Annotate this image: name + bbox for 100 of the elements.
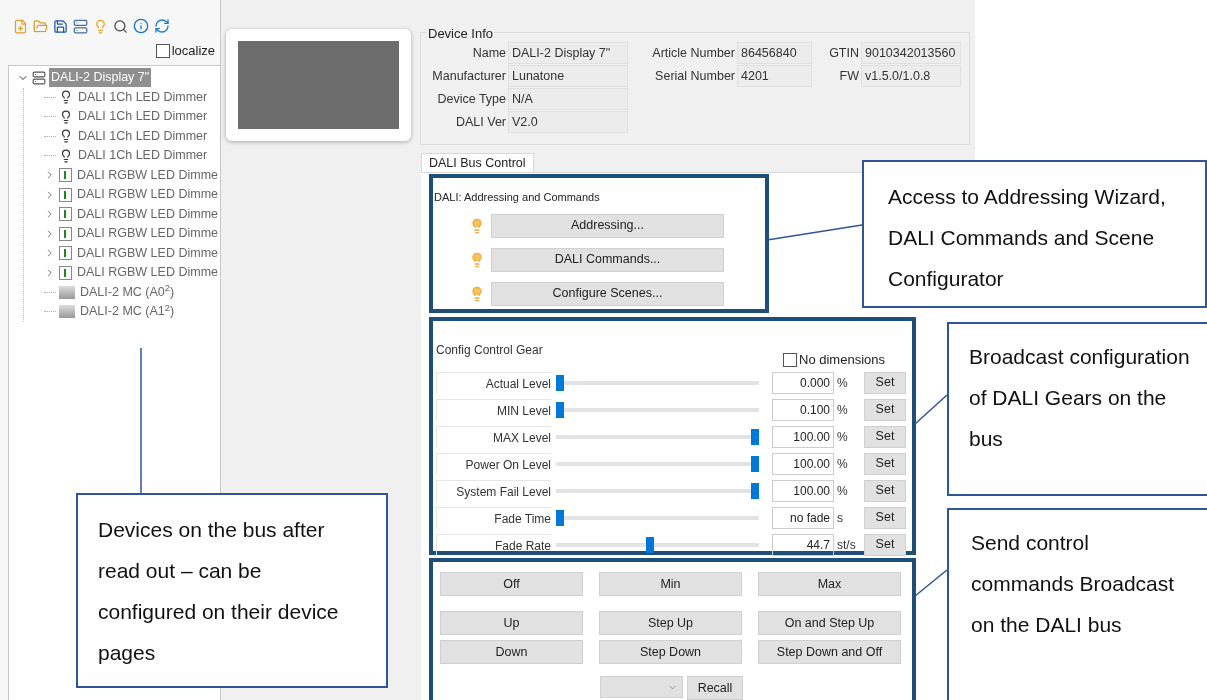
checkbox-label: No dimensions (799, 351, 885, 369)
bulb-icon (59, 148, 73, 163)
save-icon[interactable] (53, 18, 68, 34)
field-label: Device Type (436, 90, 506, 108)
command-button[interactable]: Set (864, 452, 906, 475)
unit-label: % (836, 374, 849, 392)
slider-thumb[interactable] (556, 509, 564, 526)
value-field[interactable]: 0.000 (772, 371, 834, 394)
unit-label: % (836, 482, 849, 500)
field-label: GTIN (828, 44, 859, 62)
field-label: FW (838, 67, 859, 85)
slider[interactable] (556, 454, 759, 473)
command-button[interactable]: Up (440, 611, 583, 635)
checkbox[interactable] (783, 352, 797, 367)
unit-label: % (836, 455, 849, 473)
callout-text: Devices on the bus after read out – can be configured on their device pages (98, 517, 340, 666)
tab[interactable]: DALI Bus Control (421, 153, 534, 172)
value-field[interactable]: 44.7 (772, 533, 834, 556)
field-label: Article Number (651, 44, 735, 62)
bulb-icon (59, 90, 73, 105)
group-title: DALI: Addressing and Commands (434, 190, 601, 205)
slider[interactable] (556, 481, 759, 500)
command-button[interactable]: Recall (687, 676, 743, 700)
refresh-icon[interactable] (154, 18, 170, 34)
command-button[interactable]: Step Down and Off (758, 640, 901, 664)
field-value: DALI-2 Display 7" (508, 42, 628, 64)
unit-label: % (836, 428, 849, 446)
tree-item[interactable]: DALI RGBW LED Dimme (75, 185, 220, 205)
slider-thumb[interactable] (751, 455, 759, 472)
row-label: Fade Time (436, 506, 551, 529)
callout-text: Access to Addressing Wizard, DALI Commands and Scene Configurator (888, 184, 1167, 292)
checkbox[interactable] (155, 44, 170, 58)
row-label: Power On Level (436, 452, 551, 475)
tree-item[interactable]: DALI RGBW LED Dimme (75, 243, 220, 263)
command-button[interactable]: Addressing... (491, 213, 724, 238)
command-button[interactable]: Set (864, 371, 906, 394)
unit-label: s (836, 509, 844, 527)
open-folder-icon[interactable] (33, 18, 48, 34)
group-title: Config Control Gear (436, 342, 543, 359)
command-button[interactable]: Set (864, 533, 906, 556)
tree-item[interactable]: DALI RGBW LED Dimme (75, 204, 220, 224)
slider-thumb[interactable] (751, 482, 759, 499)
bulb-icon (59, 129, 73, 144)
command-button[interactable]: Configure Scenes... (491, 281, 724, 306)
value-field[interactable]: 100.00 (772, 425, 834, 448)
callout-text: Broadcast configuration of DALI Gears on the bus (969, 344, 1190, 452)
row-label: System Fail Level (436, 479, 551, 502)
command-button[interactable]: Step Down (599, 640, 742, 664)
command-button[interactable]: Set (864, 398, 906, 421)
slider-thumb[interactable] (556, 374, 564, 391)
value-field[interactable]: no fade (772, 506, 834, 529)
tree-item[interactable]: DALI 1Ch LED Dimmer (76, 87, 210, 107)
command-button[interactable]: Set (864, 425, 906, 448)
value-field[interactable]: 100.00 (772, 452, 834, 475)
field-value: 9010342013560 (861, 42, 961, 64)
tree-item[interactable]: DALI 1Ch LED Dimmer (76, 126, 210, 146)
command-button[interactable]: DALI Commands... (491, 247, 724, 272)
command-button[interactable]: Down (440, 640, 583, 664)
value-field[interactable]: 100.00 (772, 479, 834, 502)
field-value: 86456840 (737, 42, 812, 64)
value-field[interactable]: 0.100 (772, 398, 834, 421)
command-button[interactable]: Max (758, 572, 901, 596)
command-button[interactable]: Set (864, 506, 906, 529)
field-label: Manufacturer (431, 67, 506, 85)
command-button[interactable]: Step Up (599, 611, 742, 635)
tree-item[interactable]: DALI RGBW LED Dimme (75, 224, 220, 244)
tree-item[interactable]: DALI 1Ch LED Dimmer (76, 107, 210, 127)
slider[interactable] (556, 373, 759, 392)
field-value: v1.5.0/1.0.8 (861, 65, 961, 87)
tree-item[interactable]: DALI-2 MC (A1$^{2}$) (78, 302, 177, 322)
slider-thumb[interactable] (751, 428, 759, 445)
field-value: 4201 (737, 65, 812, 87)
checkbox-label: localize (171, 42, 215, 61)
slider-thumb[interactable] (556, 401, 564, 418)
slider[interactable] (556, 427, 759, 446)
command-button[interactable]: Min (599, 572, 742, 596)
search-icon[interactable] (113, 18, 128, 34)
module-icon (59, 285, 75, 299)
slider-thumb[interactable] (645, 536, 654, 553)
unit-label: st/s (836, 536, 857, 554)
field-label: Name (471, 44, 506, 62)
field-value: Lunatone (508, 65, 628, 87)
command-button[interactable]: On and Step Up (758, 611, 901, 635)
unit-label: % (836, 401, 849, 419)
callout-text: Send control commands Broadcast on the DALI bus (971, 530, 1176, 638)
row-label: Actual Level (436, 371, 551, 394)
tree-item[interactable]: DALI RGBW LED Dimme (75, 263, 220, 283)
slider[interactable] (556, 508, 759, 527)
field-value: V2.0 (508, 111, 628, 133)
field-label: DALI Ver (454, 113, 506, 131)
field-value: N/A (508, 88, 628, 110)
slider[interactable] (556, 400, 759, 419)
bulb-icon (59, 109, 73, 124)
tree-item[interactable]: DALI 1Ch LED Dimmer (76, 146, 210, 166)
slider[interactable] (556, 535, 759, 554)
command-button[interactable]: Set (864, 479, 906, 502)
tree-item[interactable]: DALI RGBW LED Dimme (75, 165, 220, 185)
tree-item[interactable]: DALI-2 MC (A0$^{2}$) (78, 282, 177, 302)
row-label: MIN Level (436, 398, 551, 421)
command-button[interactable]: Off (440, 572, 583, 596)
